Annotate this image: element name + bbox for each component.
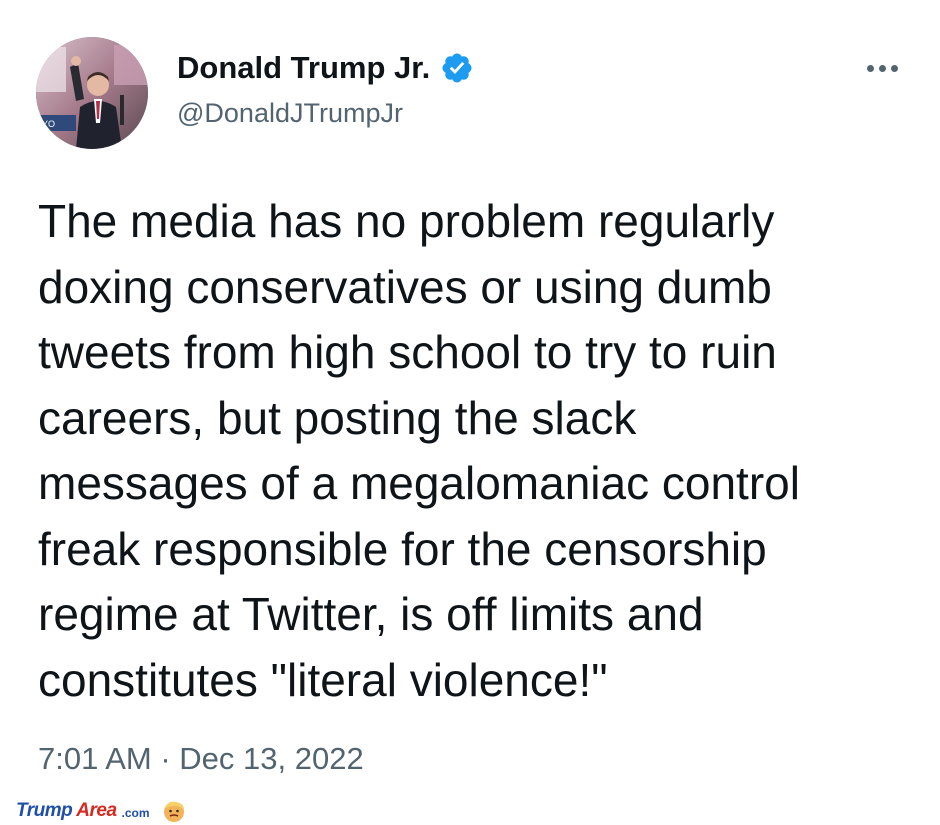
author-row: Donald Trump Jr.: [177, 50, 474, 86]
author-handle[interactable]: @DonaldJTrumpJr: [177, 97, 403, 129]
display-name[interactable]: Donald Trump Jr.: [177, 50, 430, 86]
tweet-timestamp[interactable]: 7:01 AM · Dec 13, 2022: [38, 740, 364, 778]
verified-badge-icon: [442, 53, 472, 83]
tweet-text: The media has no problem regularly doxin…: [38, 195, 800, 706]
svg-text:YO: YO: [42, 119, 55, 129]
trump-face-icon: [163, 801, 184, 822]
more-horizontal-icon-dot: [878, 64, 886, 72]
tweet-card: YO Donald Trump Jr. @DonaldJTrumpJr The …: [0, 0, 940, 825]
watermark: Trump Area .com: [16, 797, 186, 825]
avatar[interactable]: YO: [36, 37, 148, 149]
more-horizontal-icon-dot: [890, 64, 898, 72]
watermark-trump: Trump: [16, 800, 73, 821]
watermark-area: Area: [76, 800, 117, 821]
more-options-button[interactable]: [856, 50, 908, 86]
more-horizontal-icon: [866, 64, 874, 72]
watermark-suffix: .com: [121, 806, 150, 820]
profile-photo-icon: YO: [36, 37, 148, 149]
